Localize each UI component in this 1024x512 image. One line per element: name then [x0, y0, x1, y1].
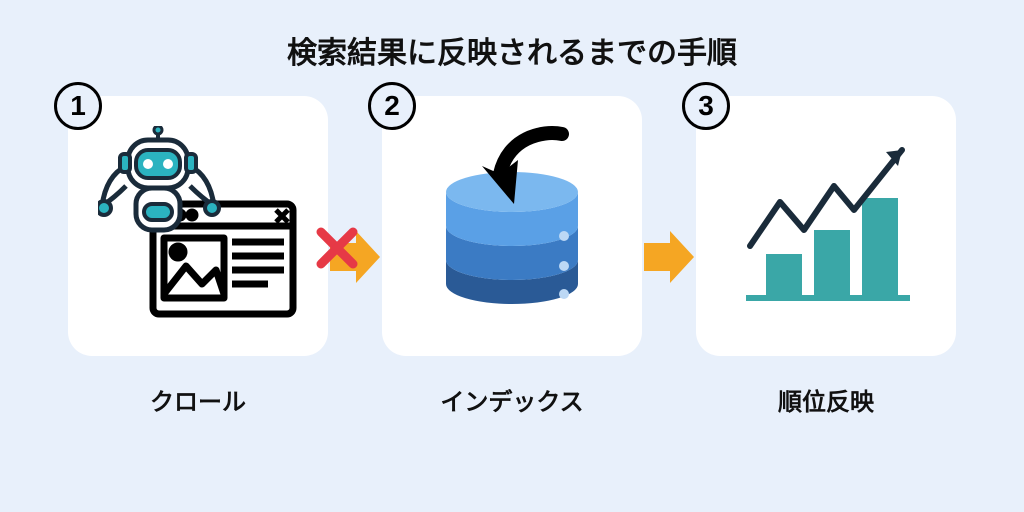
step-3-label: 順位反映 [778, 382, 874, 417]
database-index-icon [412, 126, 612, 326]
step-3-number: 3 [682, 82, 730, 130]
step-1: 1 [68, 96, 328, 417]
arrow-1 [328, 127, 382, 387]
step-3-card: 3 [696, 96, 956, 356]
diagram-title: 検索結果に反映されるまでの手順 [0, 0, 1024, 96]
step-2: 2 インデ [382, 96, 642, 417]
step-3: 3 順位反映 [696, 96, 956, 417]
ranking-chart-icon [726, 126, 926, 326]
cross-icon [316, 227, 358, 269]
step-1-label: クロール [150, 382, 246, 417]
arrow-2 [642, 127, 696, 387]
robot-crawl-icon [98, 126, 298, 326]
step-2-label: インデックス [440, 382, 583, 417]
step-1-card: 1 [68, 96, 328, 356]
step-2-number: 2 [368, 82, 416, 130]
step-1-number: 1 [54, 82, 102, 130]
arrow-right-icon [642, 227, 696, 287]
step-2-card: 2 [382, 96, 642, 356]
steps-row: 1 [0, 96, 1024, 417]
